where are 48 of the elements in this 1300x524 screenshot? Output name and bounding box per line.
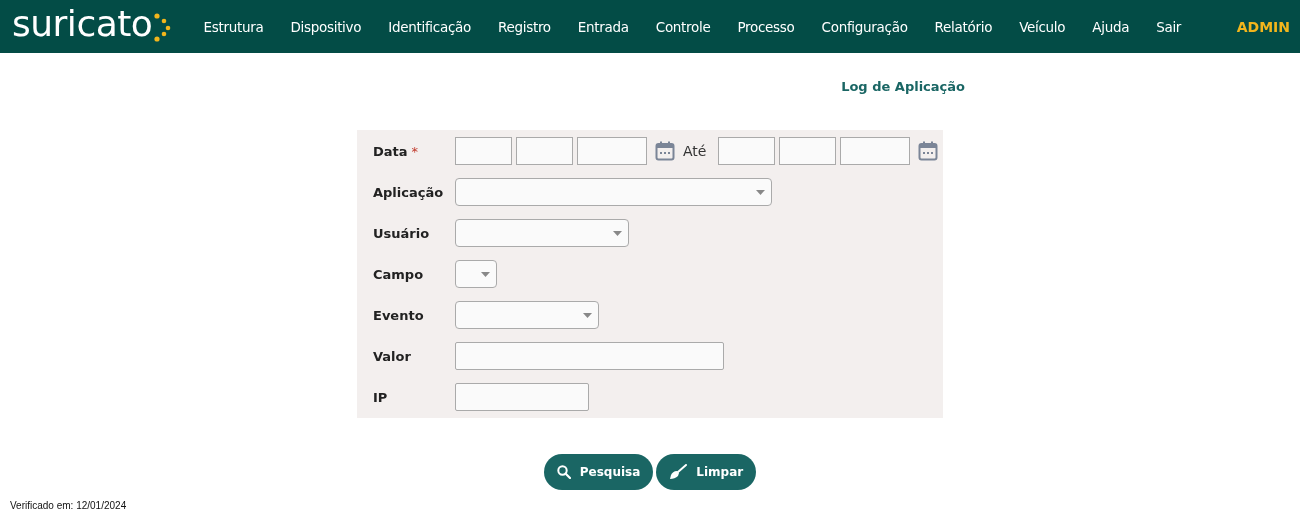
caret-icon [481,271,490,277]
search-button[interactable]: Pesquisa [543,454,654,490]
user-name[interactable]: ADMIN [1236,18,1290,35]
menu-item[interactable]: Configuração [808,18,922,35]
menu-item[interactable]: Dispositivo [276,18,375,35]
year-field[interactable] [577,137,647,165]
logo-text: suricato [12,5,153,42]
day-field[interactable] [455,137,512,165]
field-label: Campo [373,266,424,282]
year-field[interactable] [840,137,911,165]
field-label: Evento [373,307,424,323]
text-field[interactable] [455,383,589,411]
menu-item[interactable]: Sair [1142,18,1195,35]
logo-dots-icon [153,11,172,42]
dropdown-field[interactable] [455,219,629,247]
search-icon [556,465,571,479]
menu-item[interactable]: Estrutura [190,18,277,35]
menu-item[interactable]: Registro [484,18,565,35]
page-title: Log de Aplicação [841,79,965,96]
menu-item[interactable]: Relatório [921,18,1006,35]
month-field[interactable] [779,137,837,165]
verification-date: Verificado em: 12/01/2024 [10,500,128,511]
required-mark: * [411,143,419,159]
menu-item[interactable]: Controle [642,18,724,35]
clear-button[interactable]: Limpar [656,454,757,490]
broom-icon [669,464,688,480]
field-label: IP [373,389,388,405]
menu-item[interactable]: Veículo [1005,18,1079,35]
dropdown-field[interactable] [455,178,772,206]
field-label: Usuário [373,225,430,241]
calendar-icon[interactable] [655,141,675,161]
dropdown-field[interactable] [455,301,599,329]
range-separator: Até [683,143,707,159]
month-field[interactable] [516,137,573,165]
menu-item[interactable]: Processo [723,18,809,35]
day-field[interactable] [718,137,776,165]
field-label: Aplicação [373,184,444,200]
dropdown-field[interactable] [455,260,497,288]
caret-icon [613,230,622,236]
menu-item[interactable]: Entrada [564,18,643,35]
caret-icon [583,312,592,318]
menu-item[interactable]: Identificação [374,18,485,35]
caret-icon [756,189,765,195]
field-label: Data [373,143,408,159]
menu-item[interactable]: Ajuda [1078,18,1143,35]
field-label: Valor [373,348,411,364]
calendar-icon[interactable] [918,141,939,161]
text-field[interactable] [455,342,724,370]
